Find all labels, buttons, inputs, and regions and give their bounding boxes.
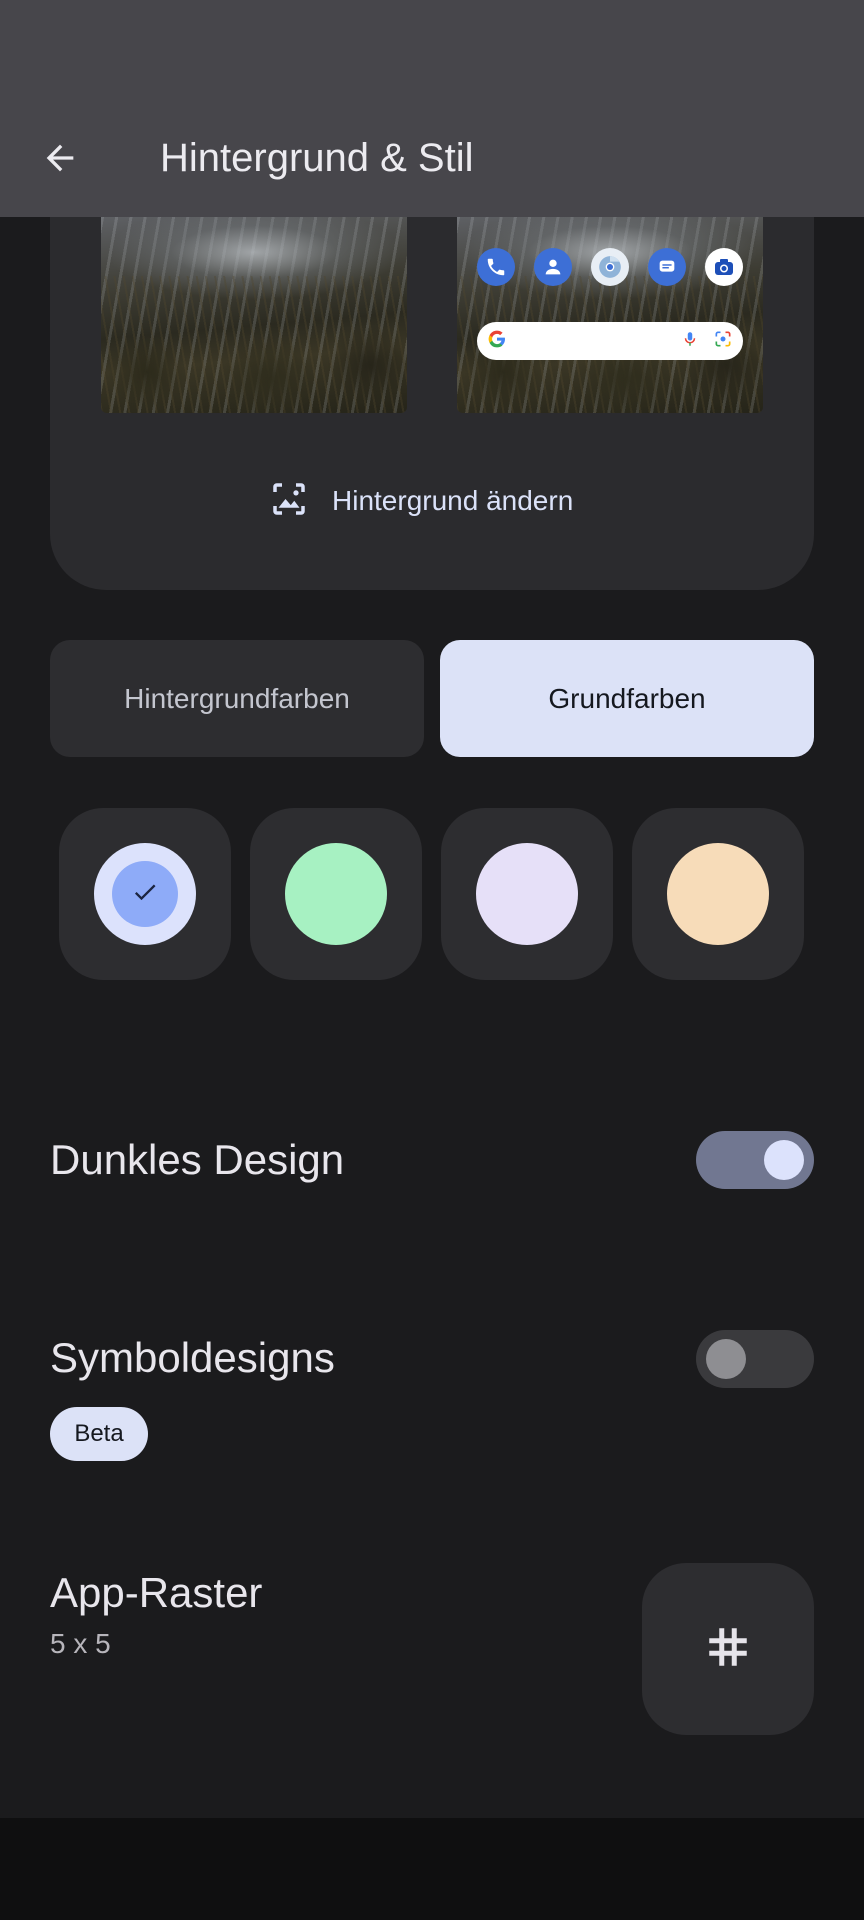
app-grid-button[interactable]: [642, 1563, 814, 1735]
swatch-fill: [285, 843, 387, 945]
app-grid-label: App-Raster: [50, 1569, 263, 1616]
color-swatch-peach[interactable]: [632, 808, 804, 980]
mic-icon: [681, 329, 699, 354]
messages-icon: [648, 248, 686, 286]
arrow-back-icon: [40, 138, 80, 183]
swatch-selected-ring: [94, 843, 196, 945]
phone-icon: [477, 248, 515, 286]
swatch-fill: [476, 843, 578, 945]
home-preview-dock: [477, 248, 743, 288]
contacts-icon: [534, 248, 572, 286]
color-swatch-lavender[interactable]: [441, 808, 613, 980]
check-icon: [131, 878, 159, 911]
color-swatch-green[interactable]: [250, 808, 422, 980]
beta-badge: Beta: [50, 1407, 148, 1461]
back-button[interactable]: [30, 130, 90, 190]
change-wallpaper-label: Hintergrund ändern: [332, 485, 574, 516]
grid-icon: [703, 1622, 753, 1677]
swatch-fill: [112, 861, 178, 927]
toggle-knob: [764, 1140, 804, 1180]
lock-screen-preview[interactable]: [101, 217, 407, 413]
dark-theme-toggle[interactable]: [696, 1131, 814, 1189]
home-screen-preview[interactable]: [457, 217, 763, 413]
themed-icons-label: Symboldesigns: [50, 1334, 335, 1381]
change-wallpaper-button[interactable]: Hintergrund ändern: [268, 478, 573, 524]
tab-wallpaper-colors[interactable]: Hintergrundfarben: [50, 640, 424, 757]
chrome-icon: [591, 248, 629, 286]
wallpaper-edit-icon: [268, 478, 310, 525]
dark-theme-label: Dunkles Design: [50, 1136, 345, 1183]
lens-icon: [713, 329, 733, 354]
google-search-bar-preview: [477, 322, 743, 360]
camera-icon: [705, 248, 743, 286]
color-swatch-blue[interactable]: [59, 808, 231, 980]
swatch-fill: [667, 843, 769, 945]
page-title: Hintergrund & Stil: [160, 136, 474, 180]
google-logo-icon: [487, 329, 507, 354]
navigation-bar: [0, 1818, 864, 1920]
toggle-knob: [706, 1339, 746, 1379]
status-bar: [0, 0, 864, 100]
themed-icons-toggle[interactable]: [696, 1330, 814, 1388]
tab-basic-colors[interactable]: Grundfarben: [440, 640, 814, 757]
app-grid-value: 5 x 5: [50, 1628, 111, 1659]
